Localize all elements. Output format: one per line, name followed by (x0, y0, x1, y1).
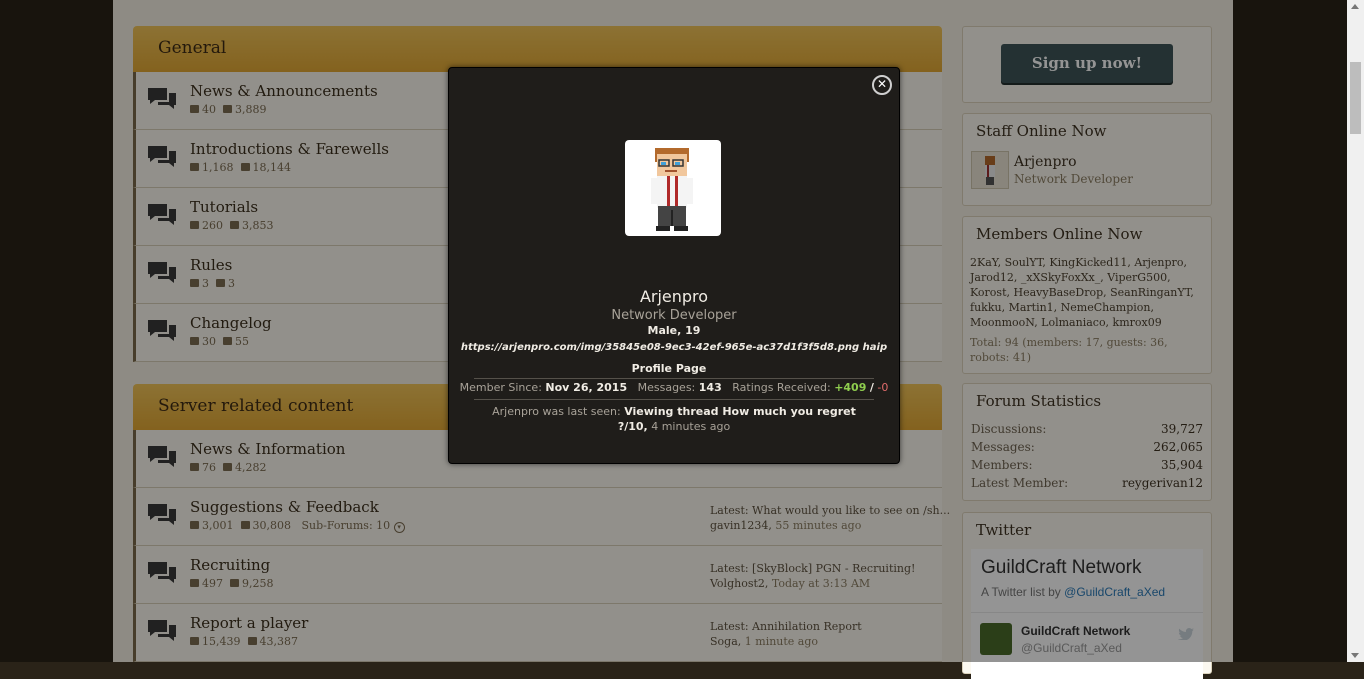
member-gender-age: Male, 19 (647, 324, 701, 337)
scroll-thumb[interactable] (1350, 62, 1361, 134)
last-seen-prefix: Arjenpro was last seen: (492, 405, 621, 418)
ratings-label: Ratings Received: (732, 381, 831, 394)
scroll-down-arrow-icon[interactable] (1351, 653, 1359, 658)
member-stats: Member Since: Nov 26, 2015 Messages: 143… (449, 381, 899, 394)
member-name[interactable]: Arjenpro (449, 287, 899, 306)
messages-value[interactable]: 143 (699, 381, 722, 394)
member-role: Network Developer (611, 308, 737, 323)
profile-page-link[interactable]: Profile Page (449, 362, 889, 375)
messages-label: Messages: (637, 381, 696, 394)
member-custom-title: https://arjenpro.com/img/35845e08-9ec3-4… (460, 342, 888, 353)
close-icon[interactable]: ✕ (872, 75, 892, 95)
member-since-label: Member Since: (459, 381, 542, 394)
member-card-modal: ✕ Arjenpro Network Developer Male, 19 ht… (448, 67, 900, 464)
divider (474, 378, 874, 379)
scrollbar[interactable] (1347, 0, 1364, 662)
member-since-value: Nov 26, 2015 (545, 381, 628, 394)
ratings-negative: -0 (877, 381, 889, 394)
avatar[interactable] (625, 140, 721, 236)
ratings-separator: / (869, 381, 874, 394)
last-seen-time: 4 minutes ago (651, 420, 731, 433)
scroll-up-arrow-icon[interactable] (1351, 4, 1359, 9)
divider (474, 399, 874, 400)
ratings-positive: +409 (834, 381, 867, 394)
last-seen: Arjenpro was last seen: Viewing thread H… (489, 404, 859, 434)
